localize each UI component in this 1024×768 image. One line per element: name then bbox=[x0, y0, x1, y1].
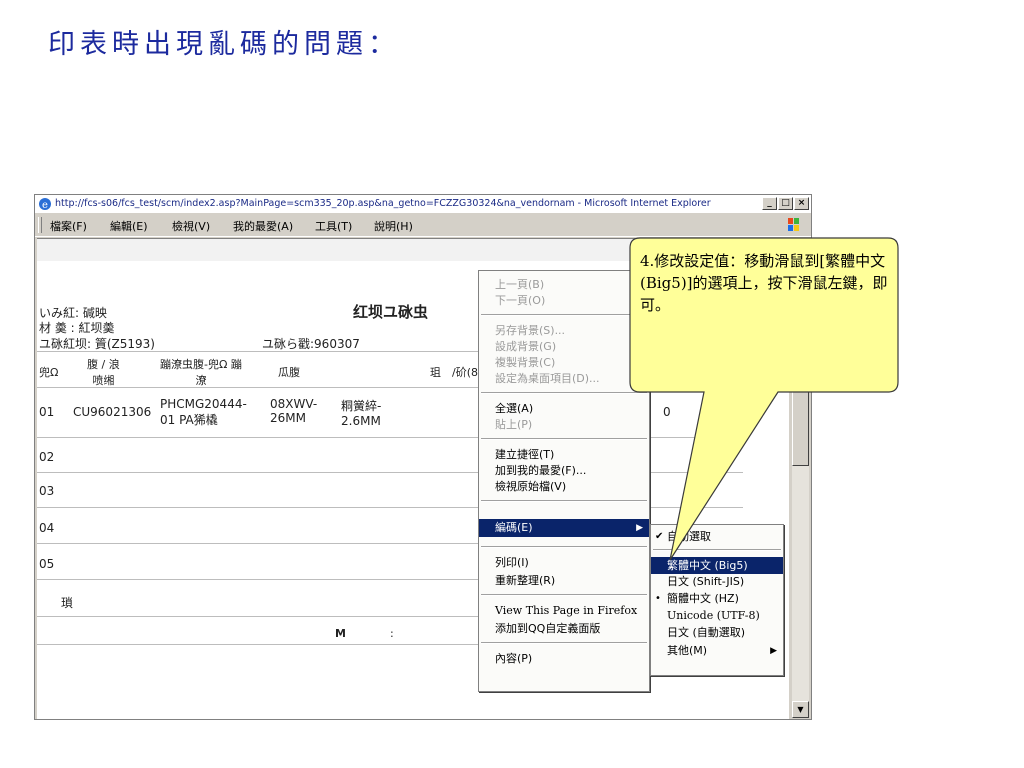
minimize-button[interactable]: _ bbox=[762, 197, 777, 210]
toolbar-grip bbox=[38, 217, 42, 233]
ctx-encoding[interactable]: 編碼(E) ▶ bbox=[479, 519, 649, 537]
number-line: ユ砯ら戳:960307 bbox=[262, 337, 360, 351]
col-header-1: 兜Ω bbox=[39, 366, 59, 379]
row1-qty-b: 0 bbox=[730, 397, 738, 411]
ctx-print[interactable]: 列印(I) bbox=[479, 555, 649, 571]
menu-view[interactable]: 檢視(V) bbox=[172, 218, 210, 234]
col-header-3: 蹦潦虫腹-兜Ω 蹦 潦 bbox=[160, 358, 242, 387]
enc-auto-select[interactable]: ✔ 自動選取 bbox=[651, 529, 783, 545]
ctx-add-qq-panel[interactable]: 添加到QQ自定義面版 bbox=[479, 621, 649, 637]
row-04: 04 bbox=[39, 521, 55, 535]
callout-text: 4.修改設定值：移動滑鼠到[繁體中文(Big5)]的選項上，按下滑鼠左鍵，即可。 bbox=[640, 252, 888, 314]
ctx-select-all[interactable]: 全選(A) bbox=[479, 401, 649, 417]
enc-more-label: 其他(M) bbox=[667, 644, 708, 657]
row1-code: CU96021306 bbox=[73, 405, 152, 419]
row-05: 05 bbox=[39, 557, 55, 571]
menu-edit[interactable]: 編輯(E) bbox=[110, 218, 148, 234]
menu-favorites[interactable]: 我的最愛(A) bbox=[233, 218, 293, 234]
enc-japanese-auto[interactable]: 日文 (自動選取) bbox=[651, 625, 783, 641]
material-line: 材 羮 : 紅坝羮 bbox=[39, 321, 115, 335]
submenu-arrow-icon: ▶ bbox=[770, 646, 777, 656]
row-03: 03 bbox=[39, 484, 55, 498]
ctx-properties[interactable]: 內容(P) bbox=[479, 651, 649, 667]
ctx-set-desktop-item[interactable]: 設定為桌面項目(D)... bbox=[479, 371, 649, 387]
row1-spec: 08XWV- 26MM bbox=[270, 397, 318, 425]
ctx-add-favorites[interactable]: 加到我的最愛(F)... bbox=[479, 463, 649, 479]
encoding-submenu: ✔ 自動選取 繁體中文 (Big5) 日文 (Shift-JIS) • 簡體中文… bbox=[650, 524, 784, 676]
context-menu: 上一頁(B) 下一頁(O) 另存背景(S)... 設成背景(G) 複製背景(C)… bbox=[478, 270, 650, 692]
row1-qty-c: 00 bbox=[723, 411, 739, 425]
col-header-5: 珇 bbox=[430, 366, 441, 379]
col-header-2: 腹 / 浪 喷缃 bbox=[87, 358, 120, 387]
enc-big5[interactable]: 繁體中文 (Big5) bbox=[651, 557, 783, 574]
ctx-save-background[interactable]: 另存背景(S)... bbox=[479, 323, 649, 339]
ie-logo-icon: e bbox=[39, 198, 51, 211]
radio-dot-icon: • bbox=[655, 593, 661, 604]
submenu-arrow-icon: ▶ bbox=[636, 523, 643, 533]
ctx-create-shortcut[interactable]: 建立捷徑(T) bbox=[479, 447, 649, 463]
enc-utf8[interactable]: Unicode (UTF-8) bbox=[651, 608, 783, 624]
ctx-copy-background[interactable]: 複製背景(C) bbox=[479, 355, 649, 371]
ctx-encoding-label: 編碼(E) bbox=[495, 521, 533, 534]
ctx-back[interactable]: 上一頁(B) bbox=[479, 277, 649, 293]
row1-material: 粡黉綷- 2.6MM bbox=[341, 399, 382, 428]
ctx-view-source[interactable]: 檢視原始檔(V) bbox=[479, 479, 649, 495]
menu-file[interactable]: 檔案(F) bbox=[50, 218, 87, 234]
svg-text:e: e bbox=[42, 200, 48, 211]
footer-colon: : bbox=[390, 627, 394, 640]
checkmark-icon: ✔ bbox=[655, 531, 664, 542]
col-header-4: 瓜腹 bbox=[278, 366, 300, 379]
form-title: 红坝ユ砯虫 bbox=[353, 303, 429, 321]
window-titlebar[interactable]: e http://fcs-s06/fcs_test/scm/index2.asp… bbox=[35, 195, 811, 213]
ctx-refresh[interactable]: 重新整理(R) bbox=[479, 573, 649, 589]
code-line: ユ砯紅坝: 篢(Z5193) bbox=[39, 337, 155, 351]
menu-help[interactable]: 說明(H) bbox=[374, 218, 413, 234]
ctx-paste[interactable]: 貼上(P) bbox=[479, 417, 649, 433]
row1-part: PHCMG20444- 01 PA狶橇 bbox=[160, 397, 247, 427]
footer-label: 瑣 bbox=[61, 596, 74, 610]
row1-no: 01 bbox=[39, 405, 55, 419]
enc-auto-select-label: 自動選取 bbox=[667, 530, 711, 543]
enc-shift-jis[interactable]: 日文 (Shift-JIS) bbox=[651, 574, 783, 590]
window-title: http://fcs-s06/fcs_test/scm/index2.asp?M… bbox=[55, 198, 711, 209]
slide-title: 印表時出現亂碼的問題： bbox=[48, 29, 400, 60]
enc-hz-label: 簡體中文 (HZ) bbox=[667, 592, 739, 605]
maximize-button[interactable]: □ bbox=[778, 197, 793, 210]
windows-logo-icon bbox=[788, 218, 799, 231]
ctx-forward[interactable]: 下一頁(O) bbox=[479, 293, 649, 309]
ctx-set-background[interactable]: 設成背景(G) bbox=[479, 339, 649, 355]
row1-qty-a: 0 bbox=[663, 405, 671, 419]
footer-m: M bbox=[335, 627, 346, 640]
menubar: 檔案(F) 編輯(E) 檢視(V) 我的最愛(A) 工具(T) 說明(H) bbox=[35, 214, 811, 237]
enc-hz[interactable]: • 簡體中文 (HZ) bbox=[651, 591, 783, 607]
menu-tools[interactable]: 工具(T) bbox=[315, 218, 352, 234]
row-02: 02 bbox=[39, 450, 55, 464]
close-button[interactable]: × bbox=[794, 197, 809, 210]
enc-more[interactable]: 其他(M) ▶ bbox=[651, 643, 783, 659]
ctx-view-in-firefox[interactable]: View This Page in Firefox bbox=[479, 603, 649, 619]
scroll-down-arrow-icon[interactable]: ▼ bbox=[792, 701, 809, 718]
